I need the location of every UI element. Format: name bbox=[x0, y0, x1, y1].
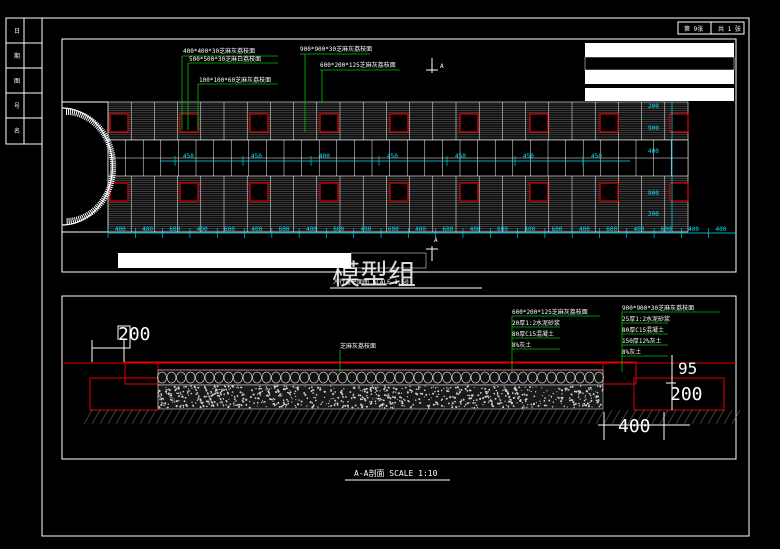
dim-right-4: 900 bbox=[648, 190, 659, 197]
dim-right-5: 200 bbox=[648, 211, 659, 218]
dim-inner-6: 450 bbox=[591, 153, 602, 160]
dim-bottom-4: 600 bbox=[224, 226, 235, 233]
dim-bottom-14: 600 bbox=[497, 226, 508, 233]
left-title-strip: 日 期 图 号 名 bbox=[5, 17, 43, 145]
section-layer-right-2: 25厚1:2水泥砂浆 bbox=[622, 315, 670, 323]
dim-bottom-18: 600 bbox=[606, 226, 617, 233]
dim-inner-4: 450 bbox=[455, 153, 466, 160]
tree-grate-top-3 bbox=[319, 113, 339, 133]
strip-label-2: 期 bbox=[14, 52, 20, 60]
tree-grate-top-2 bbox=[249, 113, 269, 133]
tree-grate-top-0 bbox=[109, 113, 129, 133]
dim-bottom-19: 400 bbox=[634, 226, 645, 233]
callout-mid-2: 600*200*125芝麻灰荔枝面 bbox=[320, 61, 396, 69]
dim-bottom-12: 600 bbox=[442, 226, 453, 233]
dim-bottom-1: 400 bbox=[142, 226, 153, 233]
strip-label-3: 图 bbox=[14, 78, 20, 85]
dim-bottom-22: 400 bbox=[716, 226, 727, 233]
dim-right-3: 400 bbox=[648, 148, 659, 155]
section-dim-right-1: 95 bbox=[678, 359, 697, 378]
section-mark-bottom: A bbox=[434, 237, 438, 244]
strip-label-1: 日 bbox=[14, 28, 20, 35]
title-block: 第 9张 共 1 张 bbox=[677, 21, 745, 35]
tree-grate-top-7 bbox=[599, 113, 619, 133]
cad-drawing-canvas: 日 期 图 号 名 第 9张 共 1 张 A A 400*400*30芝麻灰荔枝… bbox=[5, 17, 750, 537]
dim-bottom-17: 400 bbox=[579, 226, 590, 233]
tree-grate-bottom-3 bbox=[319, 182, 339, 202]
section-layer-right-5: 8%灰土 bbox=[622, 348, 641, 356]
dim-inner-3: 450 bbox=[387, 153, 398, 160]
dim-bottom-21: 400 bbox=[688, 226, 699, 233]
section-center-label: 芝麻灰荔枝面 bbox=[340, 342, 376, 350]
tree-grate-bottom-7 bbox=[599, 182, 619, 202]
section-layer-mid-2: 20厚1:2水泥砂浆 bbox=[512, 319, 560, 327]
tree-grate-top-4 bbox=[389, 113, 409, 133]
tree-grate-top-5 bbox=[459, 113, 479, 133]
dim-right-2: 900 bbox=[648, 125, 659, 132]
dim-bottom-20: 600 bbox=[661, 226, 672, 233]
section-layer-right-3: 80厚C15混凝土 bbox=[622, 326, 664, 334]
tree-grate-bottom-8 bbox=[669, 182, 689, 202]
section-layer-mid-1: 600*200*125芝麻灰荔枝面 bbox=[512, 308, 588, 316]
section-layers-right: 900*900*30芝麻灰荔枝面 25厚1:2水泥砂浆 80厚C15混凝土 15… bbox=[621, 304, 720, 372]
tree-grate-bottom-6 bbox=[529, 182, 549, 202]
tree-grate-top-1 bbox=[179, 113, 199, 133]
dim-bottom-9: 400 bbox=[361, 226, 372, 233]
dim-bottom-15: 400 bbox=[524, 226, 535, 233]
section-dim-left: 200 bbox=[118, 324, 151, 345]
dim-bottom-16: 600 bbox=[552, 226, 563, 233]
section-dim-right-2: 200 bbox=[670, 384, 703, 405]
dim-bottom-11: 400 bbox=[415, 226, 426, 233]
dim-bottom-3: 400 bbox=[197, 226, 208, 233]
plan-view: A A 400*400*30芝麻灰荔枝面 500*500*30芝麻白荔枝面 10… bbox=[61, 38, 737, 289]
tree-grate-bottom-1 bbox=[179, 182, 199, 202]
tree-grate-bottom-2 bbox=[249, 182, 269, 202]
section-mark-top: A bbox=[440, 63, 444, 70]
dim-inner-1: 450 bbox=[251, 153, 262, 160]
section-caption: A-A剖面 SCALE 1:10 bbox=[354, 468, 438, 478]
dim-bottom-7: 400 bbox=[306, 226, 317, 233]
callout-left-1: 400*400*30芝麻灰荔枝面 bbox=[183, 47, 255, 55]
section-layer-mid-3: 80厚C15混凝土 bbox=[512, 330, 554, 338]
section-dim-bottom: 400 bbox=[618, 416, 651, 437]
dim-right-1: 200 bbox=[648, 103, 659, 110]
watermark-text: 模型组 bbox=[332, 258, 416, 291]
strip-label-5: 名 bbox=[14, 127, 20, 135]
callout-mid-1: 900*900*30芝麻灰荔枝面 bbox=[300, 45, 372, 53]
tree-grate-bottom-4 bbox=[389, 182, 409, 202]
dim-bottom-8: 600 bbox=[333, 226, 344, 233]
section-layer-mid-4: 8%灰土 bbox=[512, 341, 531, 349]
dim-inner-5: 450 bbox=[523, 153, 534, 160]
dim-bottom-10: 600 bbox=[388, 226, 399, 233]
section-layer-right-1: 900*900*30芝麻灰荔枝面 bbox=[622, 304, 694, 312]
tree-grate-top-8 bbox=[669, 113, 689, 133]
title-block-sheet-total: 共 1 张 bbox=[718, 25, 741, 33]
section-layer-right-4: 150厚12%灰土 bbox=[622, 337, 662, 345]
dim-inner-0: 450 bbox=[183, 153, 194, 160]
section-view: 200 95 200 400 芝麻灰荔枝面 600*200*125芝麻灰荔枝面 … bbox=[61, 295, 741, 481]
dim-bottom-6: 600 bbox=[279, 226, 290, 233]
tree-grate-top-6 bbox=[529, 113, 549, 133]
tree-grate-bottom-5 bbox=[459, 182, 479, 202]
title-block-sheet-no: 第 9张 bbox=[684, 25, 703, 33]
dim-inner-2: 400 bbox=[319, 153, 330, 160]
plan-bottom-dims: 400 400 600 400 600 400 600 400 600 400 600 400 600 4… bbox=[107, 226, 736, 238]
dim-bottom-0: 400 bbox=[115, 226, 126, 233]
dim-bottom-5: 400 bbox=[251, 226, 262, 233]
dim-bottom-2: 600 bbox=[169, 226, 180, 233]
strip-label-4: 号 bbox=[14, 103, 20, 110]
dim-bottom-13: 400 bbox=[470, 226, 481, 233]
callout-left-2: 500*500*30芝麻白荔枝面 bbox=[189, 55, 261, 63]
callout-left-3: 100*100*60芝麻灰荔枝面 bbox=[199, 76, 271, 84]
